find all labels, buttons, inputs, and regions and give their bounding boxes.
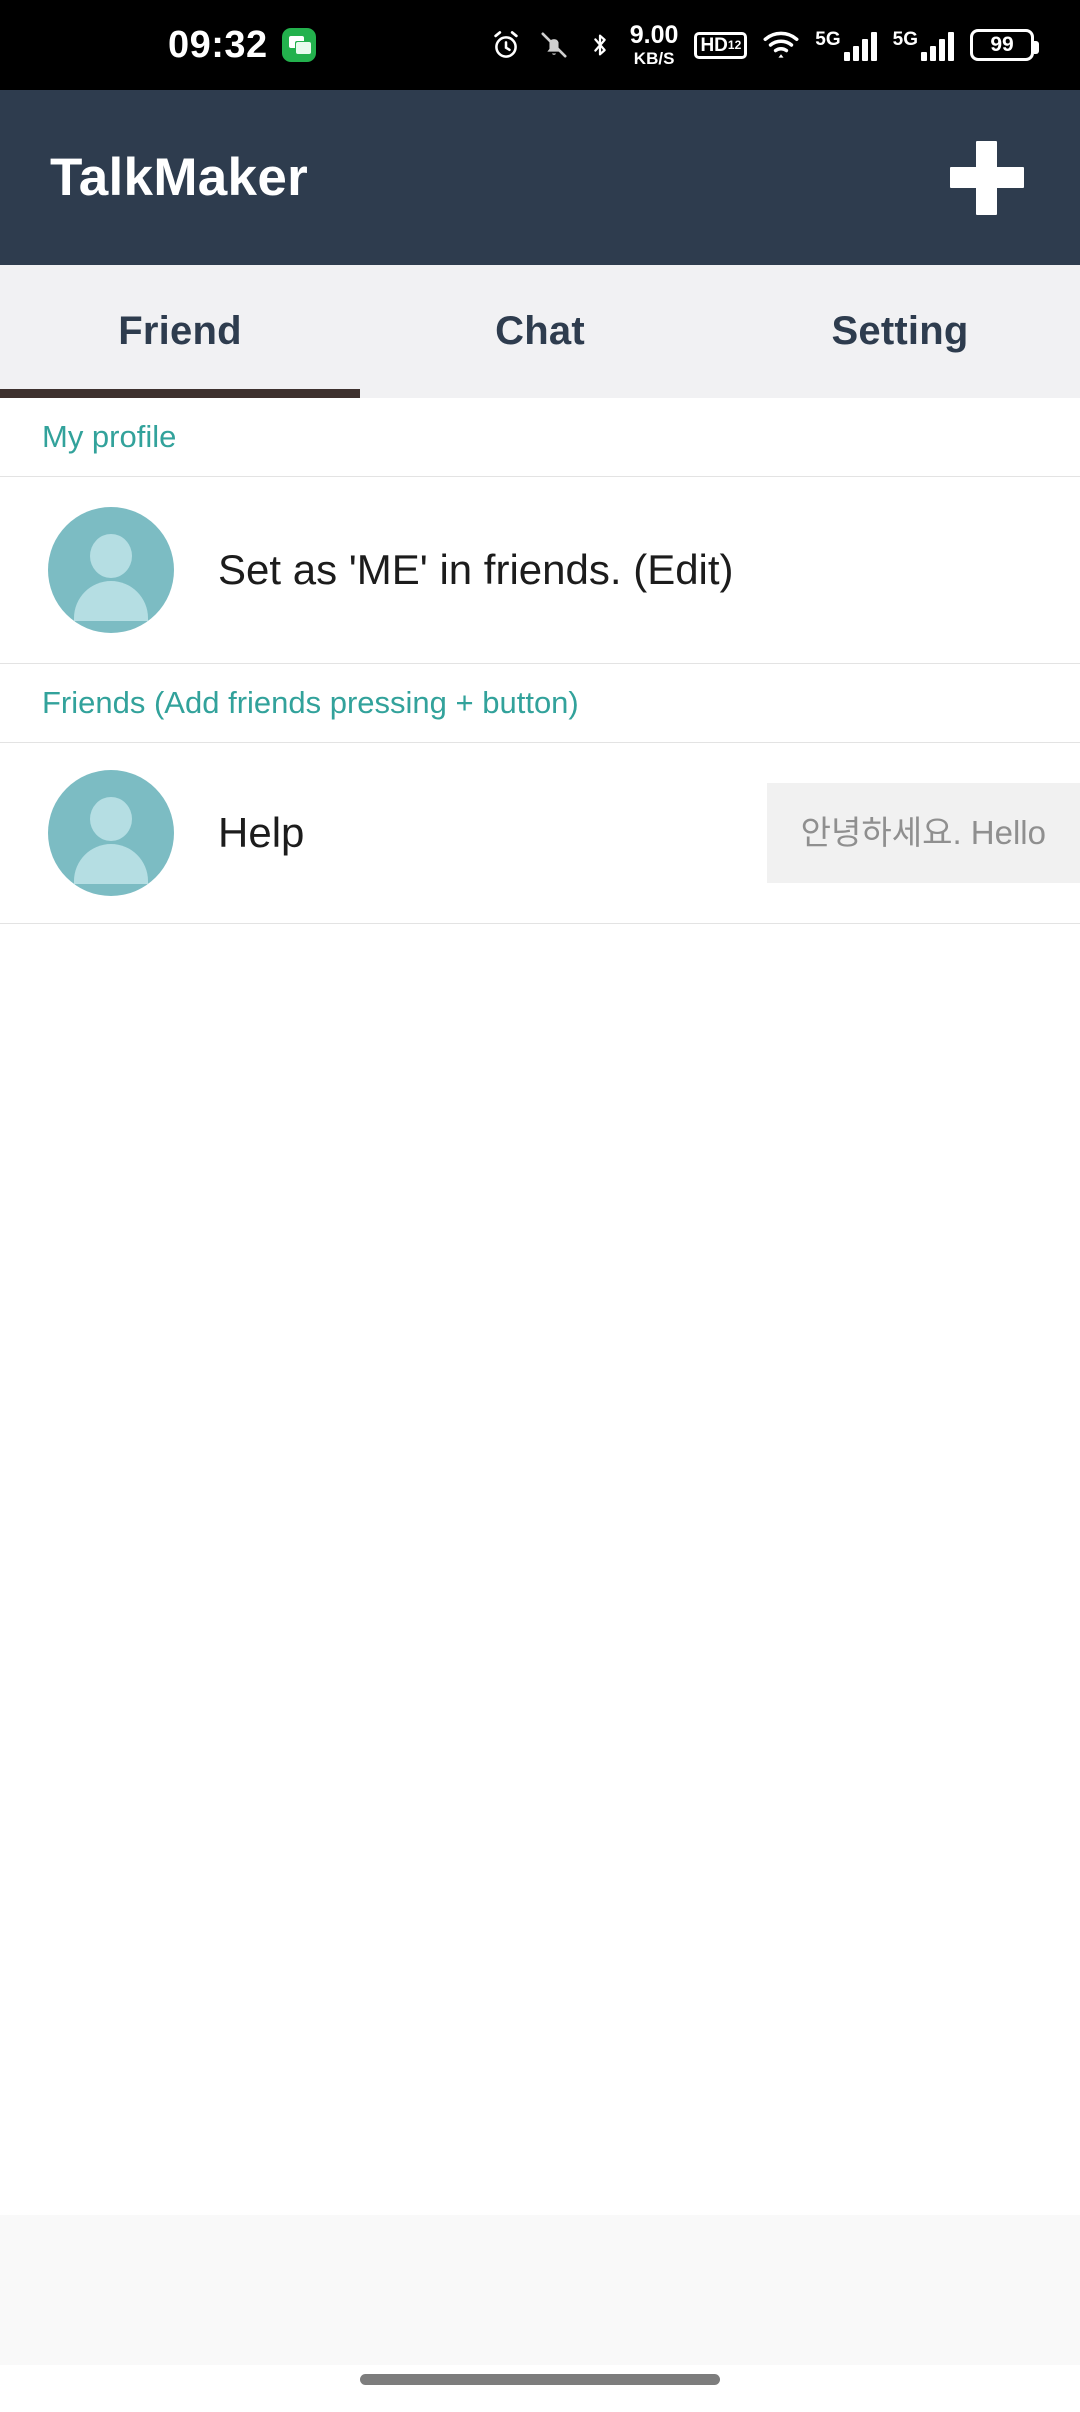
sim1-signal-bars [843, 31, 877, 61]
gesture-navigation-bar[interactable] [360, 2374, 720, 2385]
my-profile-name: Set as 'ME' in friends. (Edit) [218, 546, 734, 593]
tab-friend[interactable]: Friend [0, 265, 360, 398]
status-bar: 09:32 9.00 KB/S HD 1 2 5G 5G 99 [0, 0, 1080, 90]
hd-label: HD [700, 34, 728, 56]
hd-sub: 2 [734, 38, 742, 52]
wifi-icon [763, 31, 799, 58]
tab-chat-label: Chat [495, 309, 585, 353]
hd-sup: 1 [727, 38, 735, 52]
my-profile-row[interactable]: Set as 'ME' in friends. (Edit) [0, 477, 1080, 664]
network-speed-indicator: 9.00 KB/S [629, 21, 679, 68]
section-header-my-profile: My profile [0, 398, 1080, 477]
person-avatar-icon [48, 507, 174, 633]
tab-active-indicator [0, 389, 360, 398]
friend-status-bubble: 안녕하세요. Hello [766, 783, 1080, 883]
phone-screen: 09:32 9.00 KB/S HD 1 2 5G 5G 99 TalkMake… [0, 0, 1080, 2412]
status-bar-right: 9.00 KB/S HD 1 2 5G 5G 99 [490, 21, 1039, 68]
network-speed-value: 9.00 [629, 21, 679, 49]
battery-percent: 99 [990, 33, 1014, 56]
tab-setting[interactable]: Setting [720, 265, 1080, 398]
friend-name: Help [218, 809, 305, 856]
status-bar-left: 09:32 [168, 26, 316, 64]
tab-setting-label: Setting [831, 309, 969, 353]
friend-list: My profile Set as 'ME' in friends. (Edit… [0, 398, 1080, 2412]
bluetooth-icon [594, 34, 606, 56]
sim1-signal-icon: 5G [815, 28, 877, 61]
person-avatar-icon [48, 770, 174, 896]
section-header-friends: Friends (Add friends pressing + button) [0, 664, 1080, 743]
app-bar: TalkMaker [0, 90, 1080, 265]
tab-bar: Friend Chat Setting [0, 265, 1080, 398]
list-item[interactable]: Help 안녕하세요. Hello [0, 743, 1080, 924]
sim1-network-label: 5G [815, 28, 841, 50]
add-friend-button[interactable] [950, 140, 1024, 215]
battery-icon: 99 [970, 29, 1039, 61]
tab-chat[interactable]: Chat [360, 265, 720, 398]
sim2-network-label: 5G [892, 28, 918, 50]
status-clock: 09:32 [168, 24, 268, 66]
sim2-signal-icon: 5G [893, 30, 954, 61]
messages-icon [281, 28, 316, 62]
alarm-icon [494, 31, 518, 58]
network-speed-unit: KB/S [633, 49, 675, 68]
page-title: TalkMaker [50, 148, 309, 207]
sim2-signal-bars [921, 31, 954, 61]
tab-friend-label: Friend [118, 309, 242, 353]
ad-banner-placeholder [0, 2215, 1080, 2365]
bell-muted-icon [541, 32, 567, 58]
hd-voice-icon: HD 1 2 [694, 31, 748, 59]
